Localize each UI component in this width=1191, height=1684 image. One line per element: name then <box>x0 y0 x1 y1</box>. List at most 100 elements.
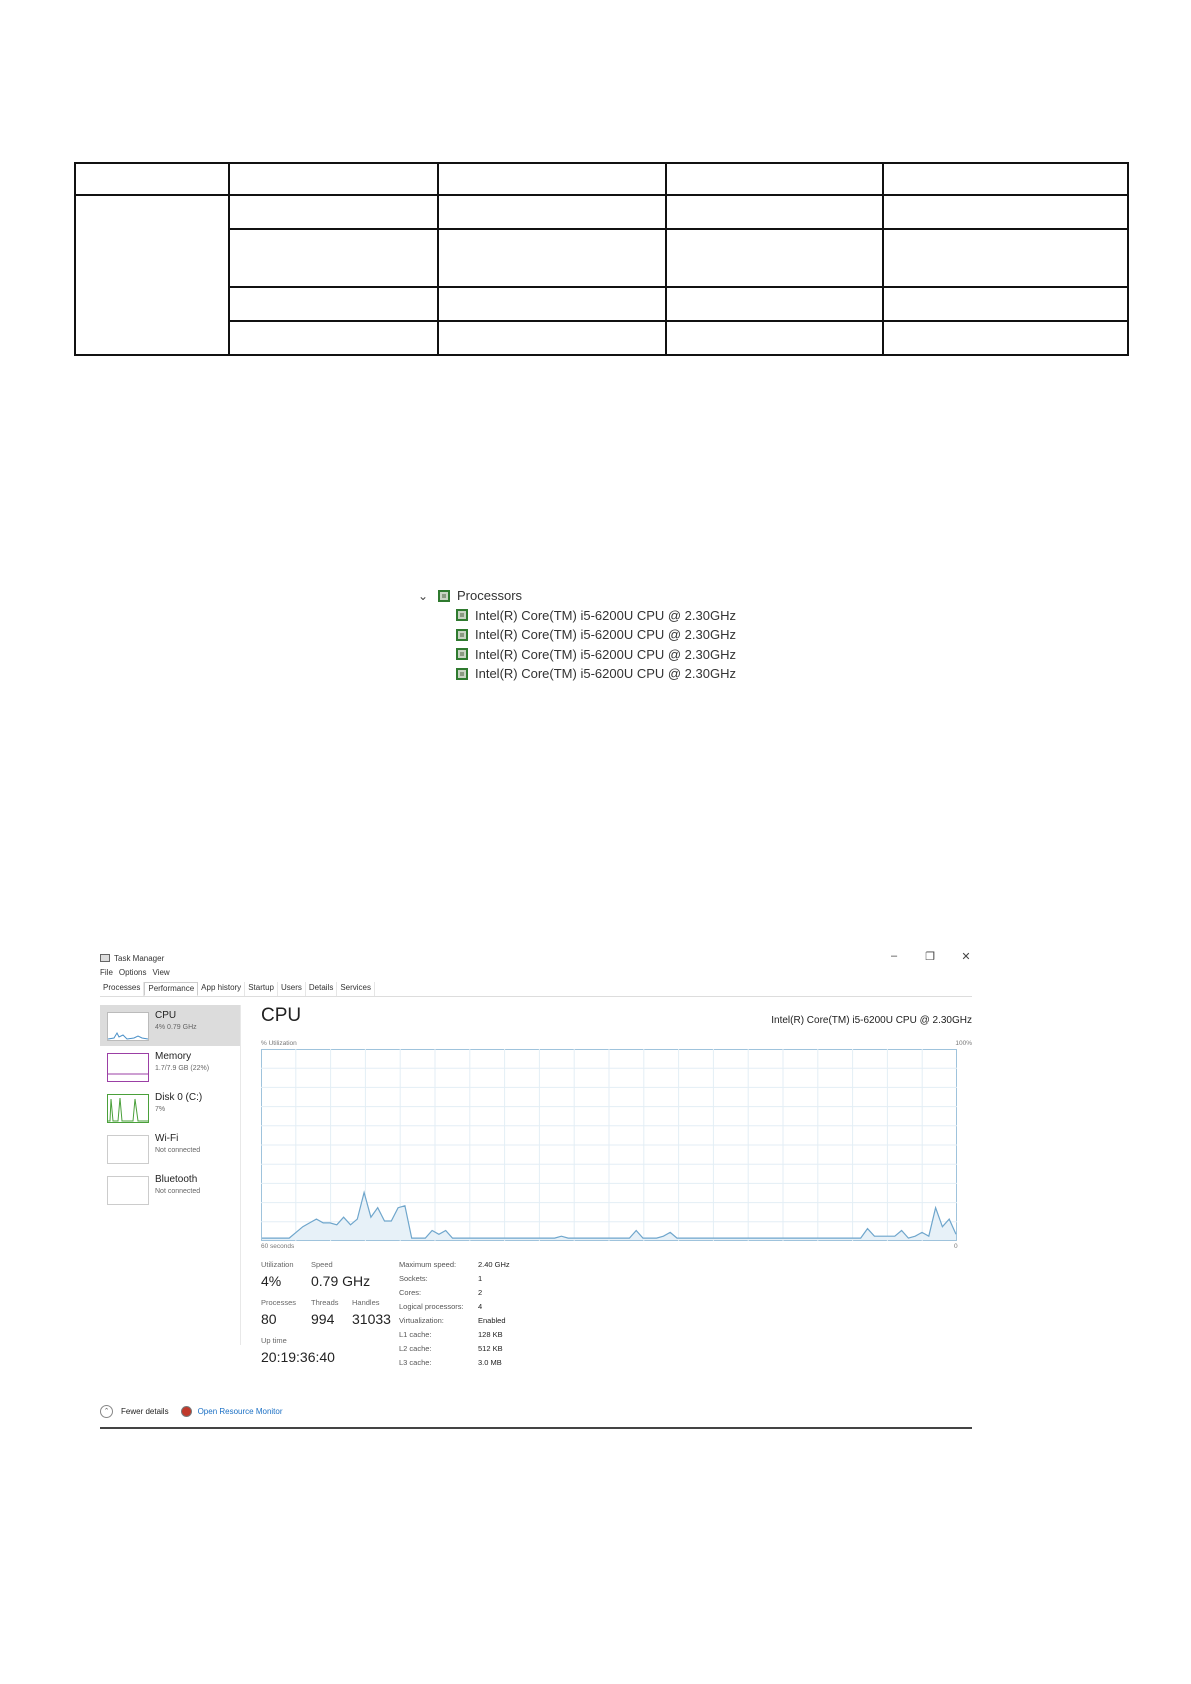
processor-icon <box>456 648 468 661</box>
sidebar-item-label: Memory <box>155 1051 192 1062</box>
table-cell <box>882 228 1129 288</box>
cpu-utilization-graph <box>261 1049 957 1241</box>
handles-label: Handles <box>352 1298 380 1307</box>
tree-node-label: Intel(R) Core(TM) i5-6200U CPU @ 2.30GHz <box>475 627 736 643</box>
handles-value: 31033 <box>352 1311 391 1327</box>
close-icon[interactable]: ✕ <box>960 950 972 963</box>
sidebar-item-sub: Not connected <box>155 1188 201 1195</box>
detail-key: Sockets: <box>399 1274 428 1283</box>
sidebar-item-wifi[interactable]: Wi-Fi Not connected <box>100 1128 240 1169</box>
tree-node-processor[interactable]: Intel(R) Core(TM) i5-6200U CPU @ 2.30GHz <box>418 664 736 684</box>
threads-value: 994 <box>311 1311 335 1327</box>
uptime-label: Up time <box>261 1336 287 1345</box>
processor-icon <box>456 609 468 622</box>
sidebar-item-label: Wi-Fi <box>155 1133 179 1144</box>
table-cell <box>882 162 1129 196</box>
processes-value: 80 <box>261 1311 277 1327</box>
tree-node-processor[interactable]: Intel(R) Core(TM) i5-6200U CPU @ 2.30GHz <box>418 625 736 645</box>
processor-icon <box>438 589 450 602</box>
threads-label: Threads <box>311 1298 339 1307</box>
sidebar-divider <box>240 1005 241 1345</box>
detail-key: Logical processors: <box>399 1302 464 1311</box>
table-cell <box>74 194 230 356</box>
table-row <box>75 286 1129 322</box>
tree-node-label: Processors <box>457 588 523 604</box>
cpu-thumbnail-graph <box>107 1012 149 1041</box>
detail-key: L1 cache: <box>399 1330 432 1339</box>
minimize-icon[interactable]: – <box>888 950 900 963</box>
page-title: CPU <box>261 1005 302 1026</box>
menu-options[interactable]: Options <box>119 968 147 977</box>
open-resource-monitor-link[interactable]: Open Resource Monitor <box>198 1407 283 1416</box>
sidebar-item-label: Bluetooth <box>155 1174 198 1185</box>
detail-key: Virtualization: <box>399 1316 444 1325</box>
table-cell <box>665 228 884 288</box>
fewer-details-button[interactable]: Fewer details <box>121 1407 169 1416</box>
menu-file[interactable]: File <box>100 968 113 977</box>
sidebar-item-cpu[interactable]: CPU 4% 0.79 GHz <box>100 1005 240 1046</box>
tab-startup[interactable]: Startup <box>245 982 278 996</box>
speed-label: Speed <box>311 1260 333 1269</box>
detail-value: 128 KB <box>478 1330 503 1339</box>
detail-key: L2 cache: <box>399 1344 432 1353</box>
sidebar-item-sub: Not connected <box>155 1147 201 1154</box>
table-cell <box>665 320 884 356</box>
wifi-thumbnail-graph <box>107 1135 149 1164</box>
detail-value: 2.40 GHz <box>478 1260 510 1269</box>
tree-node-processor[interactable]: Intel(R) Core(TM) i5-6200U CPU @ 2.30GHz <box>418 606 736 626</box>
detail-key: L3 cache: <box>399 1358 432 1367</box>
tab-details[interactable]: Details <box>306 982 338 996</box>
detail-key: Maximum speed: <box>399 1260 457 1269</box>
tab-users[interactable]: Users <box>278 982 306 996</box>
processes-label: Processes <box>261 1298 297 1307</box>
table-cell <box>665 194 884 230</box>
table-cell <box>882 286 1129 322</box>
tree-node-label: Intel(R) Core(TM) i5-6200U CPU @ 2.30GHz <box>475 666 736 682</box>
table-cell <box>228 194 439 230</box>
table-cell <box>665 162 884 196</box>
sidebar-item-bluetooth[interactable]: Bluetooth Not connected <box>100 1169 240 1210</box>
detail-value: 1 <box>478 1274 483 1283</box>
speed-value: 0.79 GHz <box>311 1273 371 1289</box>
table-cell <box>437 194 667 230</box>
utilization-value: 4% <box>261 1273 282 1289</box>
tree-node-label: Intel(R) Core(TM) i5-6200U CPU @ 2.30GHz <box>475 607 736 623</box>
sidebar-item-memory[interactable]: Memory 1.7/7.9 GB (22%) <box>100 1046 240 1087</box>
utilization-label: Utilization <box>261 1260 294 1269</box>
processor-icon <box>456 667 468 680</box>
menu-view[interactable]: View <box>152 968 169 977</box>
table-cell <box>437 320 667 356</box>
detail-value: 3.0 MB <box>478 1358 502 1367</box>
sidebar-item-sub: 1.7/7.9 GB (22%) <box>155 1065 210 1072</box>
tab-services[interactable]: Services <box>337 982 376 996</box>
task-manager-icon <box>100 954 110 962</box>
tree-node-processor[interactable]: Intel(R) Core(TM) i5-6200U CPU @ 2.30GHz <box>418 645 736 665</box>
table-cell <box>228 162 439 196</box>
chevron-up-icon[interactable]: ⌃ <box>100 1405 113 1418</box>
processors-tree: ⌄ Processors Intel(R) Core(TM) i5-6200U … <box>418 586 736 684</box>
restore-icon[interactable]: ❐ <box>924 950 936 963</box>
table-cell <box>74 162 230 196</box>
sidebar-item-label: CPU <box>155 1010 177 1021</box>
window-title: Task Manager <box>114 953 165 963</box>
sidebar-item-sub: 7% <box>155 1106 166 1113</box>
axis-label-max: 100% <box>955 1040 972 1047</box>
chevron-down-icon[interactable]: ⌄ <box>418 589 432 603</box>
menu-bar: File Options View <box>100 968 170 977</box>
processor-icon <box>456 628 468 641</box>
tab-processes[interactable]: Processes <box>100 982 145 996</box>
detail-value: 512 KB <box>478 1344 503 1353</box>
window-controls: – ❐ ✕ <box>888 950 972 963</box>
sidebar-item-sub: 4% 0.79 GHz <box>155 1024 197 1031</box>
sidebar-item-disk[interactable]: Disk 0 (C:) 7% <box>100 1087 240 1128</box>
tree-node-label: Intel(R) Core(TM) i5-6200U CPU @ 2.30GHz <box>475 646 736 662</box>
tab-performance[interactable]: Performance <box>144 982 199 996</box>
spec-table <box>74 162 1129 356</box>
memory-thumbnail-graph <box>107 1053 149 1082</box>
performance-sidebar: CPU 4% 0.79 GHz Memory 1.7/7.9 GB (22%) … <box>100 1005 240 1210</box>
uptime-value: 20:19:36:40 <box>261 1349 335 1365</box>
tree-node-processors[interactable]: ⌄ Processors <box>418 586 736 606</box>
tab-bar: Processes Performance App history Startu… <box>100 982 972 997</box>
tab-app-history[interactable]: App history <box>198 982 246 996</box>
resource-monitor-icon <box>180 1406 192 1417</box>
